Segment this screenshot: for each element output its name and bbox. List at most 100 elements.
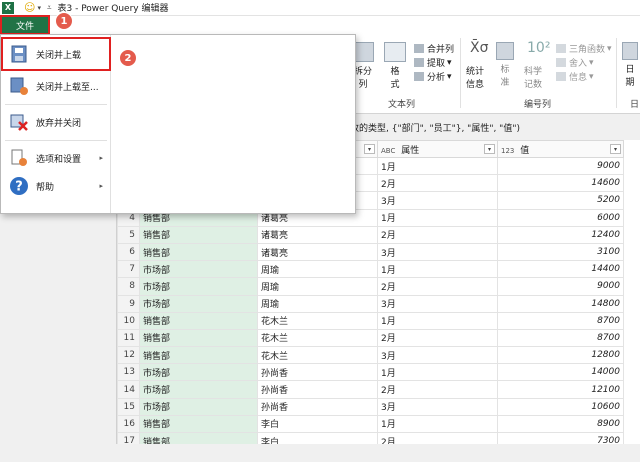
cell-employee[interactable]: 周瑜 xyxy=(257,260,378,279)
cell-attribute[interactable]: 2月 xyxy=(377,328,498,348)
table-row[interactable]: 12 销售部 花木兰 3月 12800 xyxy=(117,346,624,365)
row-number[interactable]: 14 xyxy=(117,380,140,399)
cell-employee[interactable]: 周瑜 xyxy=(257,277,378,296)
cell-attribute[interactable]: 3月 xyxy=(377,242,498,262)
formula-bar[interactable]: 改的类型, {"部门", "员工"}, "属性", "值") xyxy=(350,121,640,135)
header-value[interactable]: 123 值 ▾ xyxy=(497,140,624,158)
cell-dept[interactable]: 销售部 xyxy=(139,225,258,244)
cell-attribute[interactable]: 3月 xyxy=(377,294,498,313)
cell-employee[interactable]: 孙尚香 xyxy=(257,380,378,399)
cell-dept[interactable]: 市场部 xyxy=(139,277,258,296)
cell-dept[interactable]: 销售部 xyxy=(139,242,258,262)
table-row[interactable]: 10 销售部 花木兰 1月 8700 xyxy=(117,311,624,330)
tab-file[interactable]: 文件 xyxy=(0,15,50,35)
filter-dropdown-icon[interactable]: ▾ xyxy=(484,144,495,154)
cell-employee[interactable]: 孙尚香 xyxy=(257,363,378,382)
info-button[interactable]: 信息 ▾ xyxy=(556,70,594,83)
cell-attribute[interactable]: 1月 xyxy=(377,208,498,227)
filter-dropdown-icon[interactable]: ▾ xyxy=(364,144,375,154)
table-row[interactable]: 6 销售部 诸葛亮 3月 3100 xyxy=(117,242,624,262)
table-row[interactable]: 15 市场部 孙尚香 3月 10600 xyxy=(117,397,624,416)
cell-employee[interactable]: 孙尚香 xyxy=(257,397,378,416)
cell-attribute[interactable]: 1月 xyxy=(377,260,498,279)
cell-dept[interactable]: 销售部 xyxy=(139,328,258,348)
smiley-icon[interactable]: ☺ xyxy=(24,1,35,14)
customize-qat-icon[interactable]: ⩡ xyxy=(47,3,52,13)
row-number[interactable]: 6 xyxy=(117,242,140,262)
cell-employee[interactable]: 周瑜 xyxy=(257,294,378,313)
cell-attribute[interactable]: 3月 xyxy=(377,191,498,210)
cell-value[interactable]: 6000 xyxy=(497,208,624,227)
row-number[interactable]: 16 xyxy=(117,414,140,434)
table-row[interactable]: 13 市场部 孙尚香 1月 14000 xyxy=(117,363,624,382)
row-number[interactable]: 15 xyxy=(117,397,140,416)
cell-value[interactable]: 14400 xyxy=(497,260,624,279)
table-row[interactable]: 11 销售部 花木兰 2月 8700 xyxy=(117,328,624,348)
cell-employee[interactable]: 诸葛亮 xyxy=(257,225,378,244)
cell-dept[interactable]: 销售部 xyxy=(139,414,258,434)
cell-value[interactable]: 10600 xyxy=(497,397,624,416)
cell-value[interactable]: 8700 xyxy=(497,328,624,348)
cell-attribute[interactable]: 2月 xyxy=(377,174,498,193)
cell-attribute[interactable]: 1月 xyxy=(377,156,498,176)
table-row[interactable]: 5 销售部 诸葛亮 2月 12400 xyxy=(117,225,624,244)
row-number[interactable]: 10 xyxy=(117,311,140,330)
table-row[interactable]: 9 市场部 周瑜 3月 14800 xyxy=(117,294,624,313)
cell-dept[interactable]: 销售部 xyxy=(139,311,258,330)
table-row[interactable]: 16 销售部 李白 1月 8900 xyxy=(117,414,624,434)
cell-attribute[interactable]: 1月 xyxy=(377,414,498,434)
cell-attribute[interactable]: 2月 xyxy=(377,380,498,399)
cell-employee[interactable]: 李白 xyxy=(257,414,378,434)
cell-dept[interactable]: 销售部 xyxy=(139,346,258,365)
menu-options-settings[interactable]: 选项和设置 ▸ xyxy=(3,143,109,173)
cell-employee[interactable]: 花木兰 xyxy=(257,346,378,365)
cell-dept[interactable]: 市场部 xyxy=(139,363,258,382)
cell-dept[interactable]: 市场部 xyxy=(139,397,258,416)
row-number[interactable]: 13 xyxy=(117,363,140,382)
table-row[interactable]: 7 市场部 周瑜 1月 14400 xyxy=(117,260,624,279)
row-number[interactable]: 5 xyxy=(117,225,140,244)
cell-value[interactable]: 14600 xyxy=(497,174,624,193)
cell-dept[interactable]: 市场部 xyxy=(139,380,258,399)
menu-close-and-load-to[interactable]: 关闭并上载至... xyxy=(3,71,109,101)
scientific-button[interactable]: 科学 记数 xyxy=(524,64,542,90)
cell-employee[interactable]: 花木兰 xyxy=(257,311,378,330)
standard-button[interactable]: 标 准 xyxy=(496,42,514,88)
cell-value[interactable]: 14800 xyxy=(497,294,624,313)
merge-columns-button[interactable]: 合并列 xyxy=(414,42,454,55)
cell-attribute[interactable]: 3月 xyxy=(377,397,498,416)
cell-employee[interactable]: 诸葛亮 xyxy=(257,242,378,262)
header-attribute[interactable]: ABC 属性 ▾ xyxy=(377,140,498,158)
text-type-icon[interactable]: ABC xyxy=(381,147,395,155)
cell-attribute[interactable]: 2月 xyxy=(377,225,498,244)
cell-value[interactable]: 14000 xyxy=(497,363,624,382)
cell-value[interactable]: 12400 xyxy=(497,225,624,244)
cell-dept[interactable]: 市场部 xyxy=(139,294,258,313)
row-number[interactable]: 7 xyxy=(117,260,140,279)
cell-attribute[interactable]: 1月 xyxy=(377,311,498,330)
extract-button[interactable]: 提取 ▾ xyxy=(414,56,452,69)
format-button[interactable]: 格 式 xyxy=(384,42,406,90)
cell-value[interactable]: 5200 xyxy=(497,191,624,210)
trig-button[interactable]: 三角函数 ▾ xyxy=(556,42,612,55)
cell-value[interactable]: 8700 xyxy=(497,311,624,330)
row-number[interactable]: 11 xyxy=(117,328,140,348)
filter-dropdown-icon[interactable]: ▾ xyxy=(610,144,621,154)
date-button[interactable]: 日 期 xyxy=(622,42,638,88)
cell-employee[interactable]: 花木兰 xyxy=(257,328,378,348)
cell-value[interactable]: 9000 xyxy=(497,156,624,176)
row-number[interactable]: 8 xyxy=(117,277,140,296)
parse-button[interactable]: 分析 ▾ xyxy=(414,70,452,83)
table-row[interactable]: 14 市场部 孙尚香 2月 12100 xyxy=(117,380,624,399)
cell-attribute[interactable]: 3月 xyxy=(377,346,498,365)
cell-value[interactable]: 12100 xyxy=(497,380,624,399)
statistics-button[interactable]: 统计 信息 xyxy=(466,64,484,90)
menu-close-and-load[interactable]: 关闭并上载 xyxy=(1,37,111,71)
cell-dept[interactable]: 市场部 xyxy=(139,260,258,279)
undo-dropdown-icon[interactable]: ▾ xyxy=(37,4,41,12)
cell-value[interactable]: 8900 xyxy=(497,414,624,434)
cell-value[interactable]: 12800 xyxy=(497,346,624,365)
row-number[interactable]: 9 xyxy=(117,294,140,313)
menu-discard-and-close[interactable]: 放弃并关闭 xyxy=(3,107,109,137)
cell-value[interactable]: 9000 xyxy=(497,277,624,296)
